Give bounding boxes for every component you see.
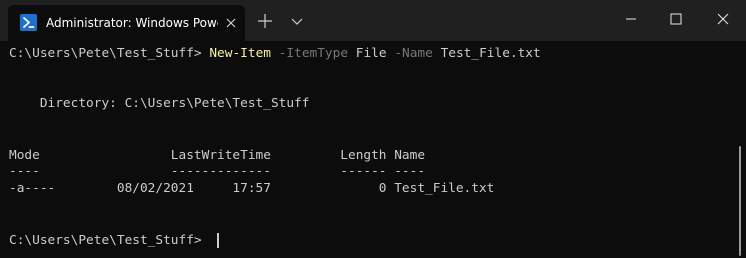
close-window-button[interactable] <box>700 0 746 38</box>
terminal-window: Administrator: Windows PowerShell <box>0 0 746 258</box>
parameter-itemtype: -ItemType <box>278 46 349 61</box>
final-prompt: C:\Users\Pete\Test_Stuff> <box>9 233 202 248</box>
prompt: C:\Users\Pete\Test_Stuff> <box>9 46 202 61</box>
argument-filename: Test_File.txt <box>440 46 541 61</box>
plus-icon[interactable] <box>256 12 274 30</box>
command-name: New-Item <box>209 46 271 61</box>
table-separator: ---- ------------- ------ ---- <box>9 164 426 179</box>
minimize-icon <box>626 18 636 20</box>
terminal-output[interactable]: C:\Users\Pete\Test_Stuff> New-Item -Item… <box>0 41 746 258</box>
scrollbar[interactable] <box>739 146 741 256</box>
title-bar: Administrator: Windows PowerShell <box>0 0 746 41</box>
maximize-button[interactable] <box>653 0 699 38</box>
argument-file: File <box>355 46 387 61</box>
maximize-icon <box>670 13 682 25</box>
close-icon <box>717 13 729 25</box>
close-icon[interactable] <box>223 15 239 31</box>
table-row: -a---- 08/02/2021 17:57 0 Test_File.txt <box>9 181 495 196</box>
minimize-button[interactable] <box>608 0 654 38</box>
powershell-icon <box>20 14 37 31</box>
command-line: C:\Users\Pete\Test_Stuff> New-Item -Item… <box>9 45 541 63</box>
tab-powershell[interactable]: Administrator: Windows PowerShell <box>8 5 245 41</box>
tab-title: Administrator: Windows PowerShell <box>46 16 218 30</box>
chevron-down-icon[interactable] <box>289 13 305 29</box>
text-cursor <box>217 233 219 248</box>
directory-line: Directory: C:\Users\Pete\Test_Stuff <box>9 96 310 111</box>
parameter-name: -Name <box>394 46 433 61</box>
